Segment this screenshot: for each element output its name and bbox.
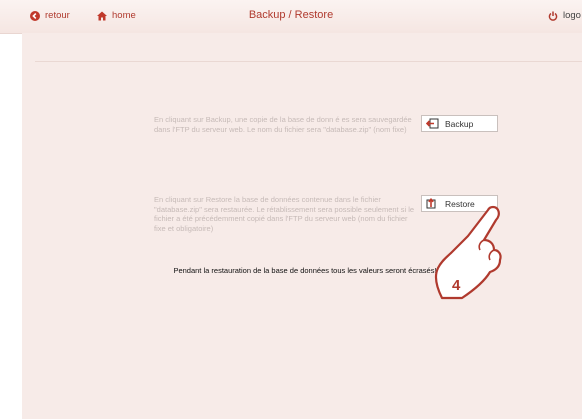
restore-warning: Pendant la restauration de la base de do… bbox=[173, 266, 437, 275]
power-icon bbox=[548, 11, 558, 21]
backup-description: En cliquant sur Backup, une copie de la … bbox=[154, 115, 412, 134]
logout-label: logo bbox=[563, 10, 581, 21]
top-bar: retour home Backup / Restore logo bbox=[0, 0, 582, 34]
restore-description: En cliquant sur Restore la base de donné… bbox=[154, 195, 415, 233]
step-number: 4 bbox=[452, 277, 461, 294]
backup-arrow-icon bbox=[426, 118, 439, 129]
pointing-hand-icon: 4 bbox=[434, 205, 502, 300]
logout-link[interactable]: logo bbox=[548, 10, 581, 21]
main-panel: En cliquant sur Backup, une copie de la … bbox=[22, 33, 582, 419]
page-title: Backup / Restore bbox=[248, 9, 334, 21]
divider bbox=[35, 61, 582, 62]
backup-button[interactable]: Backup bbox=[421, 115, 498, 132]
backup-button-label: Backup bbox=[445, 118, 474, 129]
